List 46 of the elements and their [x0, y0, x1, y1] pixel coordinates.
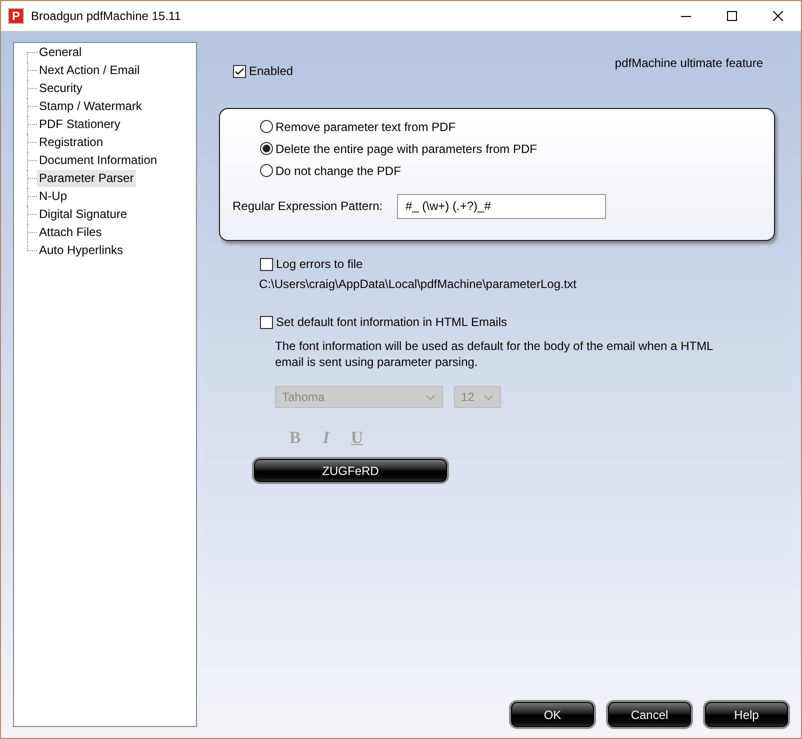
tree-item[interactable]: General: [37, 44, 84, 61]
app-logo: P: [8, 8, 24, 24]
radio-button[interactable]: [260, 120, 272, 133]
cancel-button[interactable]: Cancel: [608, 702, 691, 727]
tree-item[interactable]: Attach Files: [37, 224, 104, 241]
checkbox-label[interactable]: Log errors to file: [276, 257, 363, 271]
tree-line: [27, 152, 37, 170]
window-title: Broadgun pdfMachine 15.11: [31, 9, 181, 23]
tree-item[interactable]: Parameter Parser: [37, 170, 136, 187]
zugferd-button[interactable]: ZUGFeRD: [254, 459, 447, 482]
tree-line: [27, 98, 37, 116]
checkbox-label[interactable]: Set default font information in HTML Emails: [276, 315, 507, 329]
tree-line: [27, 116, 37, 134]
ok-button[interactable]: OK: [511, 702, 594, 727]
checkbox[interactable]: [260, 258, 273, 270]
tree-item[interactable]: Security: [37, 80, 84, 97]
radio-button[interactable]: [260, 164, 272, 177]
tree-line: [27, 206, 37, 224]
maximize-icon: [727, 11, 737, 21]
chevron-down-icon: [426, 394, 435, 400]
field-label: Regular Expression Pattern:: [232, 199, 383, 213]
pattern-input-field[interactable]: #_ (\w+) (.+?)_#: [396, 194, 606, 218]
log-file-path: C:\Users\craig\AppData\Local\pdfMachine\parameterLog.txt: [259, 276, 576, 292]
checkbox[interactable]: [260, 316, 273, 328]
radio-label[interactable]: Do not change the PDF: [276, 164, 401, 178]
radio-button[interactable]: [260, 142, 272, 155]
tree-item[interactable]: Stamp / Watermark: [37, 98, 144, 115]
tree-item[interactable]: Next Action / Email: [37, 62, 142, 79]
tree-line: [27, 134, 37, 152]
tree-item[interactable]: Digital Signature: [37, 206, 130, 223]
radio-label[interactable]: Delete the entire page with parameters from PDF: [276, 142, 537, 156]
tree-item[interactable]: Registration: [37, 134, 106, 151]
checkbox-label[interactable]: Enabled: [249, 64, 294, 78]
feature-note: pdfMachine ultimate feature: [614, 56, 763, 70]
tree-item[interactable]: Document Information: [37, 152, 160, 169]
chevron-down-icon: [484, 394, 493, 400]
description-text: The font information will be used as default for the body of the email when a HTML email is sent using parameter parsing.: [275, 338, 714, 370]
help-button[interactable]: Help: [705, 702, 788, 727]
tree-line: [27, 80, 37, 98]
checkbox[interactable]: [233, 64, 246, 78]
tree-item[interactable]: N-Up: [37, 188, 70, 205]
close-icon: [773, 11, 783, 21]
tree-item[interactable]: PDF Stationery: [37, 116, 122, 133]
tree-item[interactable]: Auto Hyperlinks: [37, 242, 126, 259]
radio-label[interactable]: Remove parameter text from PDF: [276, 120, 456, 134]
tree-line: [27, 188, 37, 206]
